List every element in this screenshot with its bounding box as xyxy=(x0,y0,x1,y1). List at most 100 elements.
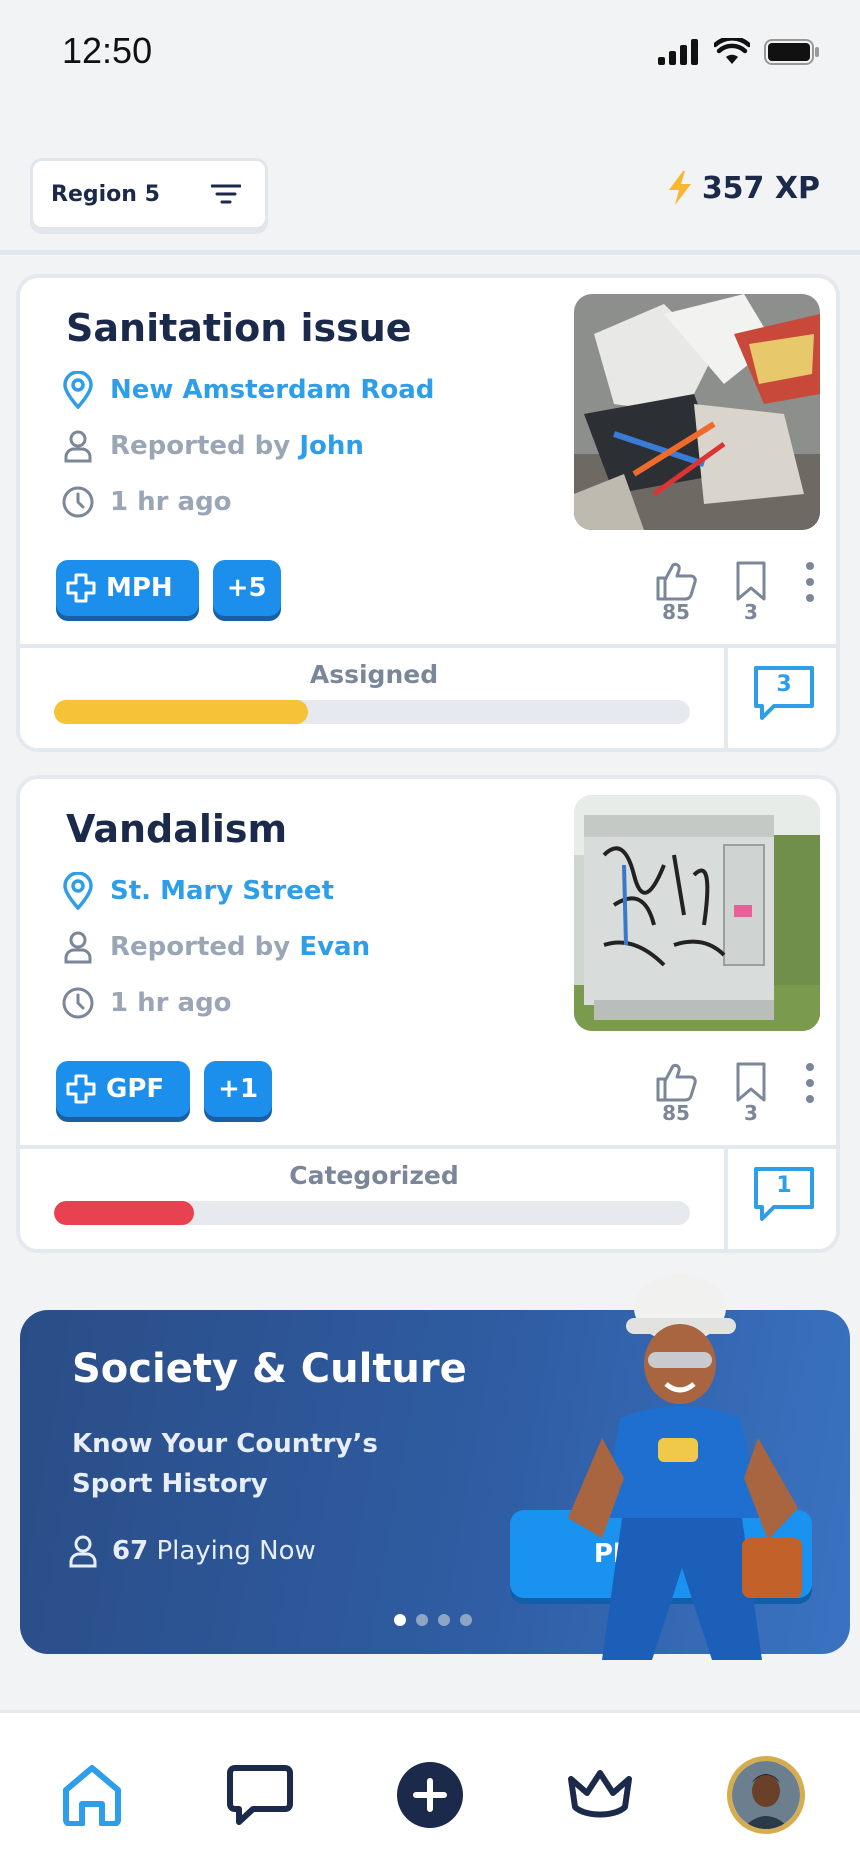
bookmark-count: 3 xyxy=(744,600,758,624)
bottom-nav xyxy=(0,1710,860,1864)
status-progress: Assigned xyxy=(20,648,728,748)
header-divider xyxy=(0,250,860,255)
department-tag-label: GPF xyxy=(106,1074,165,1104)
cellular-signal-icon xyxy=(658,39,698,65)
filter-icon xyxy=(211,184,241,204)
medical-cross-icon xyxy=(66,573,96,603)
more-vertical-icon xyxy=(806,1063,814,1103)
carousel-dot[interactable] xyxy=(394,1614,406,1626)
region-label: Region 5 xyxy=(51,181,160,207)
like-count: 85 xyxy=(662,1101,690,1125)
status-progress: Categorized xyxy=(20,1149,728,1249)
nav-messages[interactable] xyxy=(220,1755,300,1835)
xp-value: 357 XP xyxy=(701,170,820,206)
lightning-icon xyxy=(668,171,691,205)
players-number: 67 xyxy=(112,1536,149,1566)
more-vertical-icon xyxy=(806,562,814,602)
nav-home[interactable] xyxy=(52,1755,132,1835)
location-row[interactable]: New Amsterdam Road xyxy=(60,371,434,409)
add-icon xyxy=(397,1762,463,1828)
progress-track xyxy=(54,1201,690,1225)
players-count: 67 Playing Now xyxy=(68,1534,316,1568)
card-actions: 85 3 xyxy=(654,560,816,624)
clock-icon xyxy=(60,985,96,1021)
report-title: Sanitation issue xyxy=(66,306,412,350)
header: Region 5 357 XP xyxy=(0,158,860,258)
progress-track xyxy=(54,700,690,724)
card-actions: 85 3 xyxy=(654,1061,816,1125)
medical-cross-icon xyxy=(66,1074,96,1104)
tags: MPH +5 xyxy=(56,560,281,616)
like-button[interactable]: 85 xyxy=(654,1061,698,1125)
progress-fill xyxy=(54,1201,194,1225)
more-tags-badge[interactable]: +1 xyxy=(204,1061,273,1117)
players-label: Playing Now xyxy=(156,1536,316,1566)
comments-button[interactable]: 1 xyxy=(750,1165,818,1225)
chat-icon xyxy=(227,1765,293,1825)
nav-add-report[interactable] xyxy=(390,1755,470,1835)
nav-profile[interactable] xyxy=(726,1755,806,1835)
mascot-illustration xyxy=(568,1274,802,1660)
department-tag-label: MPH xyxy=(106,573,173,603)
bookmark-icon xyxy=(736,1062,766,1102)
user-icon xyxy=(60,428,96,464)
wifi-icon xyxy=(714,38,750,64)
more-options-button[interactable] xyxy=(804,560,816,604)
region-filter-button[interactable]: Region 5 xyxy=(30,158,268,230)
tags: GPF +1 xyxy=(56,1061,273,1117)
comment-count: 1 xyxy=(776,1173,792,1198)
bookmark-button[interactable]: 3 xyxy=(734,1061,768,1125)
time-row: 1 hr ago xyxy=(60,484,232,520)
location-text[interactable]: New Amsterdam Road xyxy=(110,375,434,405)
reporter-name[interactable]: John xyxy=(299,431,364,461)
promo-title: Society & Culture xyxy=(72,1346,467,1392)
graffiti-photo[interactable] xyxy=(574,795,820,1031)
time-row: 1 hr ago xyxy=(60,985,232,1021)
thumbs-up-icon xyxy=(656,1063,697,1102)
location-text[interactable]: St. Mary Street xyxy=(110,876,334,906)
more-options-button[interactable] xyxy=(804,1061,816,1105)
profile-avatar xyxy=(727,1756,805,1834)
reporter-row: Reported by Evan xyxy=(60,929,370,965)
status-time: 12:50 xyxy=(62,30,153,71)
location-row[interactable]: St. Mary Street xyxy=(60,872,334,910)
status-bar: 12:50 xyxy=(0,0,860,110)
report-card[interactable]: Vandalism St. Mary Street Reported by Ev… xyxy=(16,775,840,1253)
status-icons xyxy=(658,38,820,66)
carousel-dot[interactable] xyxy=(460,1614,472,1626)
nav-leaderboard[interactable] xyxy=(560,1755,640,1835)
user-icon xyxy=(69,1535,97,1568)
carousel-dot[interactable] xyxy=(438,1614,450,1626)
status-label: Categorized xyxy=(289,1161,459,1190)
crown-icon xyxy=(568,1770,632,1818)
thumbs-up-icon xyxy=(656,562,697,601)
bookmark-icon xyxy=(736,561,766,601)
home-icon xyxy=(63,1765,121,1826)
user-icon xyxy=(60,929,96,965)
department-tag[interactable]: MPH xyxy=(56,560,199,616)
carousel-dot[interactable] xyxy=(416,1614,428,1626)
time-ago: 1 hr ago xyxy=(110,988,232,1018)
progress-fill xyxy=(54,700,309,724)
bookmark-button[interactable]: 3 xyxy=(734,560,768,624)
comment-count: 3 xyxy=(776,672,792,697)
reported-by-label: Reported by xyxy=(110,932,291,962)
time-ago: 1 hr ago xyxy=(110,487,232,517)
location-pin-icon xyxy=(60,371,96,409)
more-tags-badge[interactable]: +5 xyxy=(212,560,281,616)
department-tag[interactable]: GPF xyxy=(56,1061,191,1117)
like-button[interactable]: 85 xyxy=(654,560,698,624)
battery-icon xyxy=(764,39,819,65)
trash-photo[interactable] xyxy=(574,294,820,530)
carousel-dots xyxy=(394,1614,472,1626)
reported-by-label: Reported by xyxy=(110,431,291,461)
reporter-name[interactable]: Evan xyxy=(299,932,370,962)
report-card[interactable]: Sanitation issue New Amsterdam Road Repo… xyxy=(16,274,840,752)
clock-icon xyxy=(60,484,96,520)
location-pin-icon xyxy=(60,872,96,910)
report-title: Vandalism xyxy=(66,807,288,851)
comments-button[interactable]: 3 xyxy=(750,664,818,724)
reporter-row: Reported by John xyxy=(60,428,364,464)
promo-subtitle: Know Your Country’s Sport History xyxy=(72,1429,378,1499)
bookmark-count: 3 xyxy=(744,1101,758,1125)
